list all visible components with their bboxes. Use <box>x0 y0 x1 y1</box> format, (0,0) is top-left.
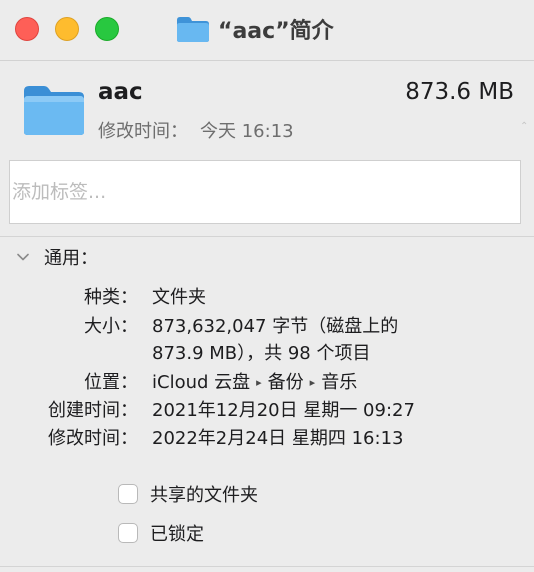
path-arrow-icon: ▸ <box>309 376 316 389</box>
locked-option[interactable]: 已锁定 <box>118 520 204 546</box>
resize-grip-icon: ⌃ <box>520 121 529 132</box>
shared-folder-label[interactable]: 共享的文件夹 <box>150 481 258 507</box>
title-bar: “aac”简介 <box>0 0 534 60</box>
minimize-button[interactable] <box>55 17 79 41</box>
modified-value: 今天 16:13 <box>200 121 294 142</box>
location-path: iCloud 云盘 ▸ 备份 ▸ 音乐 <box>152 369 357 396</box>
shared-folder-option[interactable]: 共享的文件夹 <box>118 481 258 507</box>
path-arrow-icon: ▸ <box>256 376 262 389</box>
zoom-button[interactable] <box>95 17 119 41</box>
locked-checkbox[interactable] <box>118 523 138 543</box>
window-title-group: “aac”简介 <box>176 10 334 48</box>
chevron-down-icon <box>17 253 29 261</box>
info-header: aac 873.6 MB 修改时间： 今天 16:13 ⌃ <box>0 61 534 150</box>
get-info-window: “aac”简介 aac 873.6 MB 修改时间： 今天 16:13 ⌃ 通用：… <box>0 0 534 572</box>
folder-icon <box>177 17 209 42</box>
close-button[interactable] <box>15 17 39 41</box>
modified-label: 修改时间： <box>98 121 188 142</box>
location-label: 位置： <box>84 372 138 393</box>
path-segment-backup[interactable]: 备份 <box>268 372 304 393</box>
general-section-toggle[interactable]: 通用： <box>16 244 98 270</box>
modified-row-label: 修改时间： <box>48 428 138 449</box>
folder-icon <box>24 86 84 135</box>
created-label: 创建时间： <box>48 400 138 421</box>
path-segment-icloud[interactable]: iCloud 云盘 <box>152 372 250 393</box>
kind-label: 种类： <box>84 287 138 308</box>
modified-summary: 修改时间： 今天 16:13 <box>98 117 294 143</box>
path-segment-music[interactable]: 音乐 <box>321 372 357 393</box>
file-name: aac <box>98 79 143 105</box>
file-size: 873.6 MB <box>405 79 514 105</box>
modified-row-value: 2022年2月24日 星期四 16:13 <box>152 428 404 449</box>
window-title: “aac”简介 <box>218 19 334 44</box>
section-divider <box>0 236 534 237</box>
size-value-continued: 873.9 MB），共 98 个项目 <box>152 343 371 364</box>
size-label: 大小： <box>84 316 138 337</box>
tags-input[interactable] <box>9 160 521 224</box>
shared-folder-checkbox[interactable] <box>118 484 138 504</box>
section-divider-bottom <box>0 566 534 567</box>
general-section-title: 通用： <box>44 248 98 269</box>
locked-label[interactable]: 已锁定 <box>150 520 204 546</box>
kind-value: 文件夹 <box>152 287 206 308</box>
created-value: 2021年12月20日 星期一 09:27 <box>152 400 415 421</box>
size-value: 873,632,047 字节（磁盘上的 <box>152 316 399 337</box>
